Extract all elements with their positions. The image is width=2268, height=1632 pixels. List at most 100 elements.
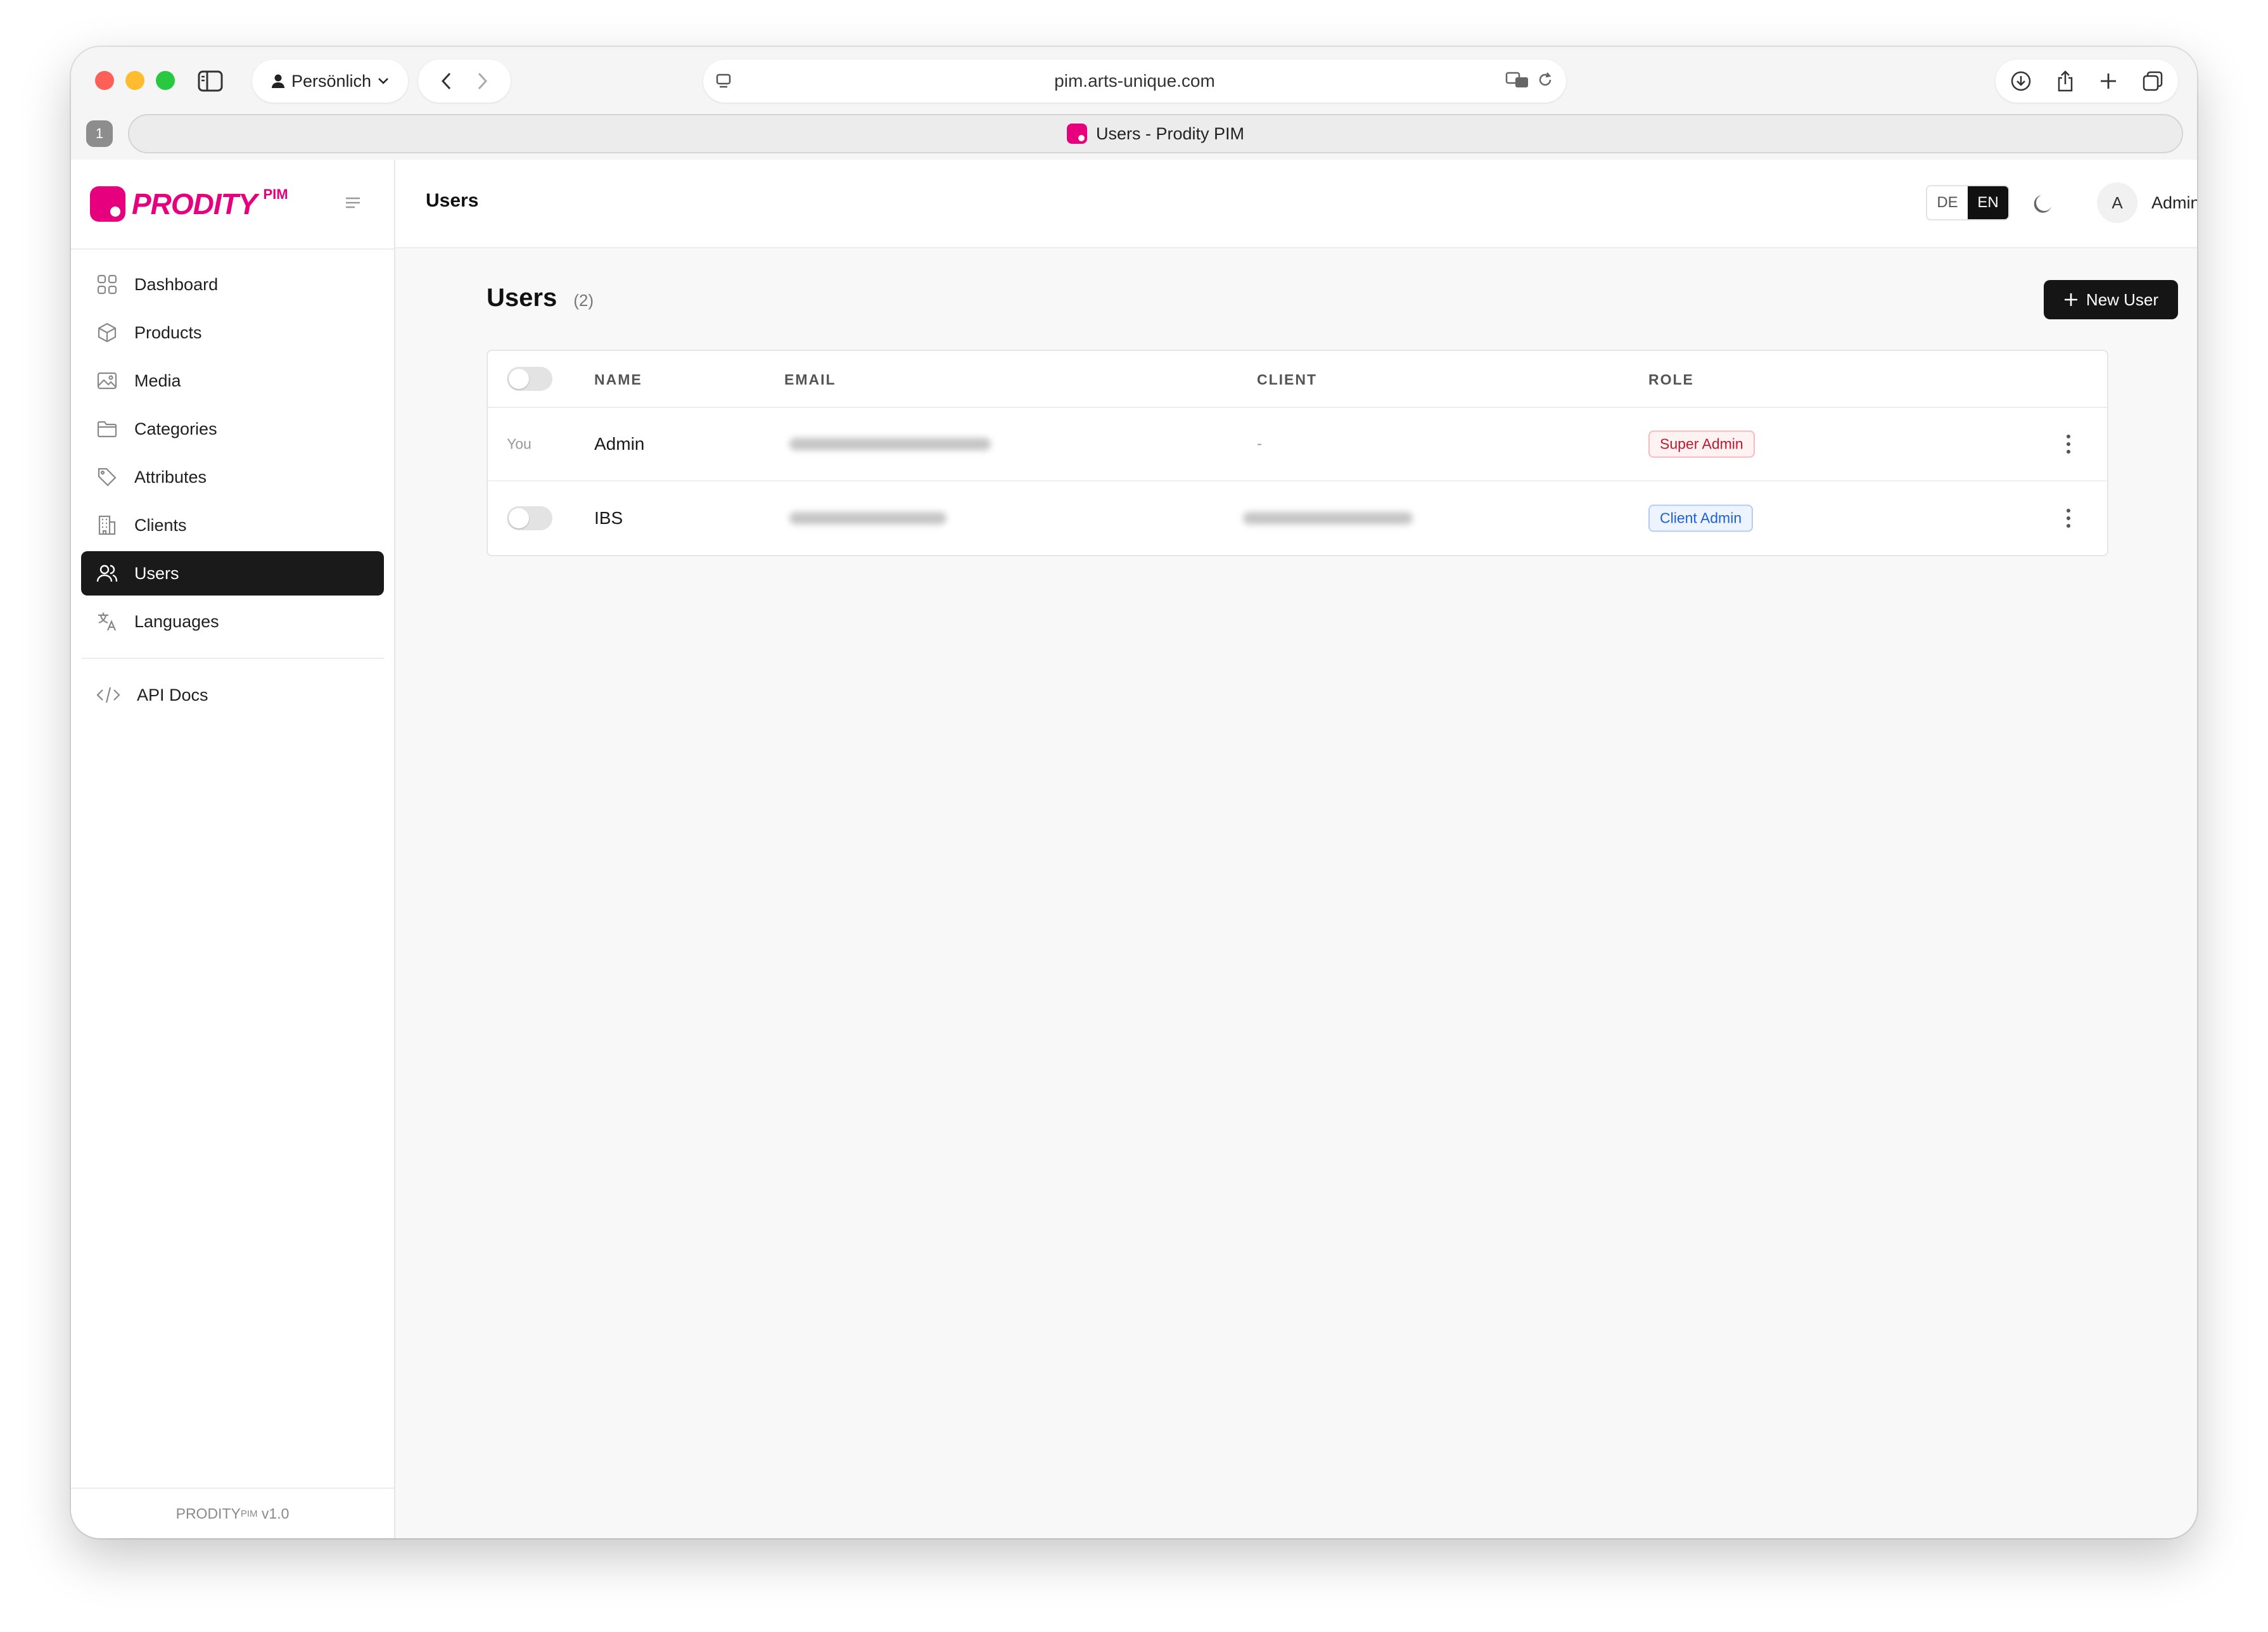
column-header-name[interactable]: NAME — [594, 371, 642, 388]
email-cell-redacted — [789, 438, 991, 450]
footer-brand: PRODITY — [175, 1505, 241, 1522]
logo-text: PRODITY — [132, 188, 257, 220]
sidebar-item-label: Media — [134, 371, 181, 390]
forward-icon[interactable] — [477, 72, 488, 91]
translate-page-icon[interactable] — [1505, 71, 1529, 89]
sidebar-item-label: Attributes — [134, 467, 207, 487]
divider — [81, 658, 384, 659]
window-controls — [95, 71, 175, 90]
lang-de-button[interactable]: DE — [1927, 186, 1968, 219]
dashboard-grid-icon — [97, 274, 117, 295]
tab-overview-icon[interactable] — [2142, 70, 2163, 92]
client-cell: - — [1257, 435, 1262, 452]
profile-selector[interactable]: Persönlich — [252, 60, 408, 103]
sidebar: PRODITY PIM Dashboard Products Media Cat… — [71, 160, 395, 1538]
sidebar-item-label: Users — [134, 563, 179, 583]
client-cell-redacted — [1243, 512, 1413, 525]
logo-mark-icon — [90, 186, 125, 222]
translate-icon — [98, 613, 117, 631]
reload-icon[interactable] — [1537, 71, 1553, 89]
sidebar-item-label: Categories — [134, 419, 217, 438]
tab-group-count[interactable]: 1 — [86, 120, 113, 147]
sidebar-item-users[interactable]: Users — [81, 551, 384, 596]
sidebar-item-categories[interactable]: Categories — [81, 407, 384, 451]
row-actions-menu-icon[interactable] — [2067, 435, 2070, 454]
download-icon[interactable] — [2010, 70, 2032, 92]
brand-logo[interactable]: PRODITY PIM — [90, 185, 288, 223]
row-actions-menu-icon[interactable] — [2067, 509, 2070, 528]
email-cell-redacted — [789, 512, 946, 525]
language-switcher: DE EN — [1926, 185, 2010, 220]
column-header-role[interactable]: ROLE — [1648, 371, 1694, 388]
user-name-cell: IBS — [594, 508, 623, 528]
close-window-button[interactable] — [95, 71, 114, 90]
users-icon — [96, 564, 118, 582]
address-bar[interactable]: pim.arts-unique.com — [703, 60, 1566, 103]
maximize-window-button[interactable] — [156, 71, 175, 90]
sidebar-item-attributes[interactable]: Attributes — [81, 455, 384, 499]
current-user-marker: You — [507, 435, 532, 452]
logo-sup: PIM — [263, 186, 288, 202]
select-all-toggle[interactable] — [507, 367, 552, 391]
page-heading: Users (2) — [487, 284, 594, 312]
table-row[interactable]: You Admin - Super Admin — [488, 408, 2107, 481]
sidebar-item-label: Languages — [134, 611, 219, 631]
header-title: Users — [426, 190, 479, 211]
user-name: Admin — [2151, 193, 2197, 212]
table-header: NAME EMAIL CLIENT ROLE — [488, 351, 2107, 408]
browser-window: Persönlich pim.arts-unique.com 1 Users -… — [71, 47, 2197, 1538]
new-tab-icon[interactable] — [2099, 72, 2118, 91]
history-nav — [418, 60, 511, 103]
column-header-email[interactable]: EMAIL — [784, 371, 836, 388]
minimize-window-button[interactable] — [125, 71, 144, 90]
chevron-down-icon — [378, 78, 388, 84]
dark-mode-moon-icon[interactable] — [2032, 191, 2055, 217]
sidebar-item-clients[interactable]: Clients — [81, 503, 384, 547]
avatar: A — [2097, 182, 2137, 223]
row-select-toggle[interactable] — [507, 506, 552, 530]
sidebar-item-dashboard[interactable]: Dashboard — [81, 262, 384, 307]
sidebar-item-label: Clients — [134, 515, 187, 535]
version-footer: PRODITY PIM v1.0 — [71, 1488, 394, 1538]
url-text[interactable]: pim.arts-unique.com — [1054, 71, 1215, 91]
tag-icon — [98, 468, 117, 487]
sidebar-toggle-icon[interactable] — [198, 70, 223, 96]
new-user-button[interactable]: New User — [2044, 280, 2178, 319]
plus-icon — [2064, 293, 2077, 306]
code-icon — [96, 687, 120, 703]
box-icon — [98, 322, 117, 343]
tab-title: Users - Prodity PIM — [1095, 124, 1245, 143]
sidebar-item-media[interactable]: Media — [81, 359, 384, 403]
sidebar-nav: Dashboard Products Media Categories Attr… — [81, 262, 384, 721]
column-header-client[interactable]: CLIENT — [1257, 371, 1317, 388]
favicon-icon — [1066, 124, 1087, 144]
footer-sup: PIM — [240, 1508, 258, 1519]
folder-icon — [97, 421, 117, 438]
role-badge: Super Admin — [1648, 430, 1755, 458]
person-icon — [271, 74, 284, 88]
active-tab[interactable]: Users - Prodity PIM — [128, 114, 2183, 153]
new-user-label: New User — [2086, 290, 2159, 309]
main-content: Users (2) New User NAME EMAIL CLIENT ROL… — [395, 248, 2197, 1538]
table-row[interactable]: IBS Client Admin — [488, 481, 2107, 555]
page-settings-icon[interactable] — [715, 72, 732, 90]
image-icon — [97, 372, 117, 390]
user-count: (2) — [573, 291, 594, 310]
sidebar-item-api-docs[interactable]: API Docs — [81, 673, 384, 717]
sidebar-item-languages[interactable]: Languages — [81, 599, 384, 644]
role-badge: Client Admin — [1648, 504, 1754, 532]
sidebar-item-label: Dashboard — [134, 274, 219, 294]
collapse-sidebar-icon[interactable] — [345, 196, 361, 212]
profile-label: Persönlich — [291, 71, 372, 91]
browser-toolbar: Persönlich pim.arts-unique.com 1 Users -… — [71, 47, 2197, 160]
building-icon — [98, 515, 116, 535]
lang-en-button[interactable]: EN — [1968, 186, 2008, 219]
user-menu[interactable]: A Admin — [2097, 182, 2197, 223]
back-icon[interactable] — [440, 72, 452, 91]
divider — [71, 248, 394, 250]
share-icon[interactable] — [2056, 70, 2075, 92]
footer-version: v1.0 — [261, 1505, 290, 1522]
sidebar-item-label: API Docs — [137, 685, 208, 704]
sidebar-item-products[interactable]: Products — [81, 310, 384, 355]
app: PRODITY PIM Dashboard Products Media Cat… — [71, 160, 2197, 1538]
